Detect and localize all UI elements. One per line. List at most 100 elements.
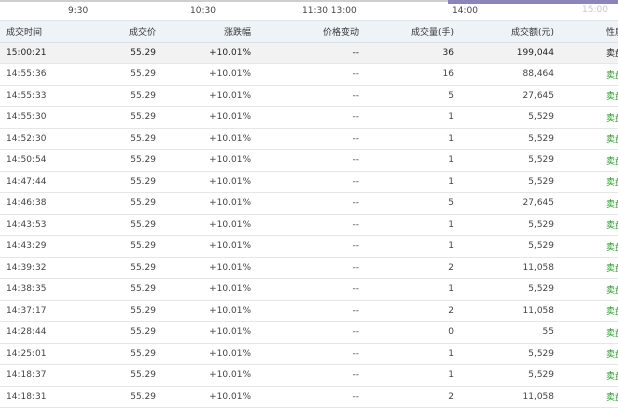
table-row[interactable]: 14:15:4955.29+10.01%--15,529卖盘 <box>0 407 618 411</box>
trade-volume: 5 <box>359 85 454 107</box>
trade-change-pct: +10.01% <box>156 386 251 408</box>
trade-volume: 2 <box>359 257 454 279</box>
trade-time: 14:55:36 <box>0 63 78 86</box>
trade-change-pct: +10.01% <box>156 278 251 301</box>
trade-volume: 1 <box>359 278 454 301</box>
trade-type: 卖盘 <box>554 407 618 411</box>
table-row[interactable]: 14:43:5355.29+10.01%--15,529卖盘 <box>0 214 618 236</box>
column-header-price-change[interactable]: 价格变动 <box>251 21 359 43</box>
trade-time: 14:15:49 <box>0 407 78 411</box>
trade-type: 卖盘 <box>554 42 618 64</box>
table-row[interactable]: 14:39:3255.29+10.01%--211,058卖盘 <box>0 257 618 279</box>
trade-volume: 1 <box>359 343 454 365</box>
trade-price-change: -- <box>251 278 359 301</box>
table-row[interactable]: 14:28:4455.29+10.01%--055卖盘 <box>0 321 618 344</box>
axis-accent-bar <box>448 0 618 4</box>
trade-type: 卖盘 <box>554 214 618 236</box>
column-header-time[interactable]: 成交时间 <box>0 21 78 43</box>
trade-type: 卖盘 <box>554 343 618 365</box>
table-row[interactable]: 14:50:5455.29+10.01%--15,529卖盘 <box>0 149 618 172</box>
table-row[interactable]: 14:55:3655.29+10.01%--1688,464卖盘 <box>0 63 618 86</box>
trade-amount: 5,529 <box>454 364 554 387</box>
table-row[interactable]: 14:55:3355.29+10.01%--527,645卖盘 <box>0 85 618 107</box>
table-row[interactable]: 14:37:1755.29+10.01%--211,058卖盘 <box>0 300 618 322</box>
trade-price: 55.29 <box>78 386 156 408</box>
trade-volume: 1 <box>359 106 454 129</box>
trade-detail-panel: 9:30 10:30 11:30 13:00 14:00 15:00 成交时间 … <box>0 0 618 411</box>
trade-amount: 55 <box>454 321 554 344</box>
trade-volume: 0 <box>359 321 454 344</box>
trade-change-pct: +10.01% <box>156 106 251 129</box>
trade-amount: 5,529 <box>454 343 554 365</box>
trade-time: 14:37:17 <box>0 300 78 322</box>
trade-time: 14:47:44 <box>0 171 78 193</box>
table-row[interactable]: 15:00:2155.29+10.01%--36199,044卖盘 <box>0 42 618 64</box>
table-row[interactable]: 14:55:3055.29+10.01%--15,529卖盘 <box>0 106 618 129</box>
trade-time: 14:38:35 <box>0 278 78 301</box>
trade-price-change: -- <box>251 257 359 279</box>
trade-amount: 5,529 <box>454 149 554 172</box>
trade-type: 卖盘 <box>554 85 618 107</box>
table-row[interactable]: 14:46:3855.29+10.01%--527,645卖盘 <box>0 192 618 215</box>
trade-change-pct: +10.01% <box>156 343 251 365</box>
time-tick-0930: 9:30 <box>68 6 89 16</box>
trade-change-pct: +10.01% <box>156 407 251 411</box>
trade-type: 卖盘 <box>554 278 618 301</box>
table-row[interactable]: 14:25:0155.29+10.01%--15,529卖盘 <box>0 343 618 365</box>
trade-price: 55.29 <box>78 149 156 172</box>
trade-price: 55.29 <box>78 171 156 193</box>
trade-change-pct: +10.01% <box>156 214 251 236</box>
table-row[interactable]: 14:52:3055.29+10.01%--15,529卖盘 <box>0 128 618 150</box>
trade-amount: 5,529 <box>454 214 554 236</box>
trade-type: 卖盘 <box>554 149 618 172</box>
table-row[interactable]: 14:47:4455.29+10.01%--15,529卖盘 <box>0 171 618 193</box>
trade-change-pct: +10.01% <box>156 149 251 172</box>
trade-price-change: -- <box>251 300 359 322</box>
column-header-volume[interactable]: 成交量(手) <box>359 21 454 43</box>
time-tick-1400: 14:00 <box>452 6 478 16</box>
trade-time: 14:50:54 <box>0 149 78 172</box>
column-header-price[interactable]: 成交价 <box>78 21 156 43</box>
trade-volume: 1 <box>359 235 454 258</box>
trade-price: 55.29 <box>78 364 156 387</box>
trade-change-pct: +10.01% <box>156 85 251 107</box>
column-header-type[interactable]: 性质 <box>554 21 618 43</box>
trade-amount: 27,645 <box>454 192 554 215</box>
trade-time: 14:46:38 <box>0 192 78 215</box>
trade-price-change: -- <box>251 364 359 387</box>
trade-amount: 5,529 <box>454 235 554 258</box>
table-row[interactable]: 14:18:3755.29+10.01%--15,529卖盘 <box>0 364 618 387</box>
table-row[interactable]: 14:18:3155.29+10.01%--211,058卖盘 <box>0 386 618 408</box>
trade-amount: 11,058 <box>454 386 554 408</box>
trade-price: 55.29 <box>78 192 156 215</box>
trade-price-change: -- <box>251 128 359 150</box>
trade-volume: 1 <box>359 364 454 387</box>
table-row[interactable]: 14:38:3555.29+10.01%--15,529卖盘 <box>0 278 618 301</box>
trade-type: 卖盘 <box>554 257 618 279</box>
column-header-change-pct[interactable]: 涨跌幅 <box>156 21 251 43</box>
trade-price-change: -- <box>251 321 359 344</box>
trade-change-pct: +10.01% <box>156 192 251 215</box>
trade-time: 14:18:37 <box>0 364 78 387</box>
trade-price-change: -- <box>251 214 359 236</box>
trade-change-pct: +10.01% <box>156 235 251 258</box>
trade-time: 15:00:21 <box>0 42 78 64</box>
trade-change-pct: +10.01% <box>156 364 251 387</box>
trade-change-pct: +10.01% <box>156 63 251 86</box>
trade-type: 卖盘 <box>554 128 618 150</box>
trade-volume: 1 <box>359 149 454 172</box>
trade-price-change: -- <box>251 235 359 258</box>
trade-amount: 5,529 <box>454 407 554 411</box>
trade-type: 卖盘 <box>554 192 618 215</box>
trade-amount: 199,044 <box>454 42 554 64</box>
table-row[interactable]: 14:43:2955.29+10.01%--15,529卖盘 <box>0 235 618 258</box>
trade-change-pct: +10.01% <box>156 321 251 344</box>
column-header-amount[interactable]: 成交额(元) <box>454 21 554 43</box>
trade-price: 55.29 <box>78 321 156 344</box>
trade-volume: 1 <box>359 128 454 150</box>
trade-volume: 2 <box>359 386 454 408</box>
trade-price-change: -- <box>251 407 359 411</box>
trade-type: 卖盘 <box>554 106 618 129</box>
trade-price-change: -- <box>251 63 359 86</box>
trade-time: 14:43:29 <box>0 235 78 258</box>
